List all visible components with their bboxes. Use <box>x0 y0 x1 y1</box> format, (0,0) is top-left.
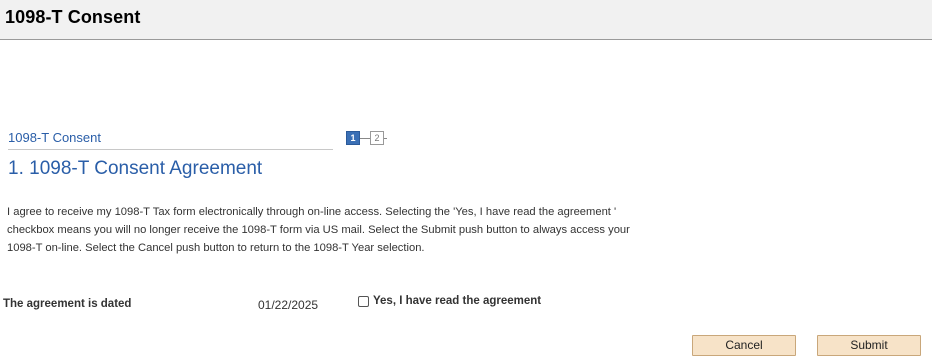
section-heading: 1. 1098-T Consent Agreement <box>8 158 263 179</box>
step-title: 1098-T Consent <box>8 130 333 150</box>
step-connector-tail <box>384 137 387 139</box>
step-navigation: 1 2 <box>346 130 387 146</box>
cancel-button[interactable]: Cancel <box>692 335 796 356</box>
page-header: 1098-T Consent <box>0 0 932 40</box>
page-title: 1098-T Consent <box>5 7 141 27</box>
step-2-indicator[interactable]: 2 <box>370 131 384 145</box>
agreement-text: I agree to receive my 1098-T Tax form el… <box>7 206 630 254</box>
agreement-date-label: The agreement is dated <box>3 298 132 310</box>
agreement-checkbox[interactable] <box>358 295 369 307</box>
agreement-date-value: 01/22/2025 <box>258 298 319 312</box>
agreement-checkbox-row[interactable]: Yes, I have read the agreement <box>358 295 541 307</box>
submit-button[interactable]: Submit <box>817 335 921 356</box>
agreement-checkbox-label[interactable]: Yes, I have read the agreement <box>373 295 541 307</box>
step-connector <box>360 137 370 139</box>
step-1-indicator[interactable]: 1 <box>346 131 360 145</box>
